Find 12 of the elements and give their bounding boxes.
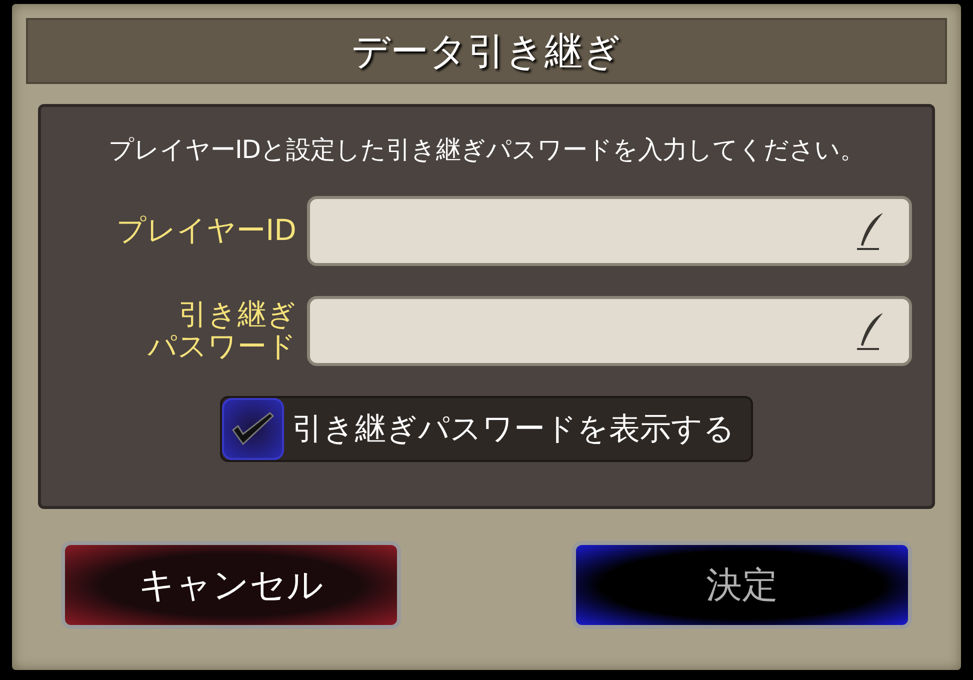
field-label: パスワード (148, 331, 296, 363)
checkbox-label: 引き継ぎパスワードを表示する (292, 410, 735, 449)
checkmark-icon (231, 412, 275, 446)
input-field[interactable] (306, 196, 912, 266)
checkbox[interactable] (222, 398, 284, 460)
show-password-checkbox[interactable]: 引き継ぎパスワードを表示する (220, 396, 753, 462)
cancel-button[interactable]: キャンセル (61, 541, 401, 629)
input-field[interactable] (306, 296, 912, 366)
instruction-text: プレイヤーIDと設定した引き継ぎパスワードを入力してください。 (108, 134, 865, 166)
field-label: 引き継ぎ (178, 299, 296, 331)
dialog-title: データ引き継ぎ (26, 18, 947, 84)
field-label: プレイヤーID (116, 215, 296, 247)
